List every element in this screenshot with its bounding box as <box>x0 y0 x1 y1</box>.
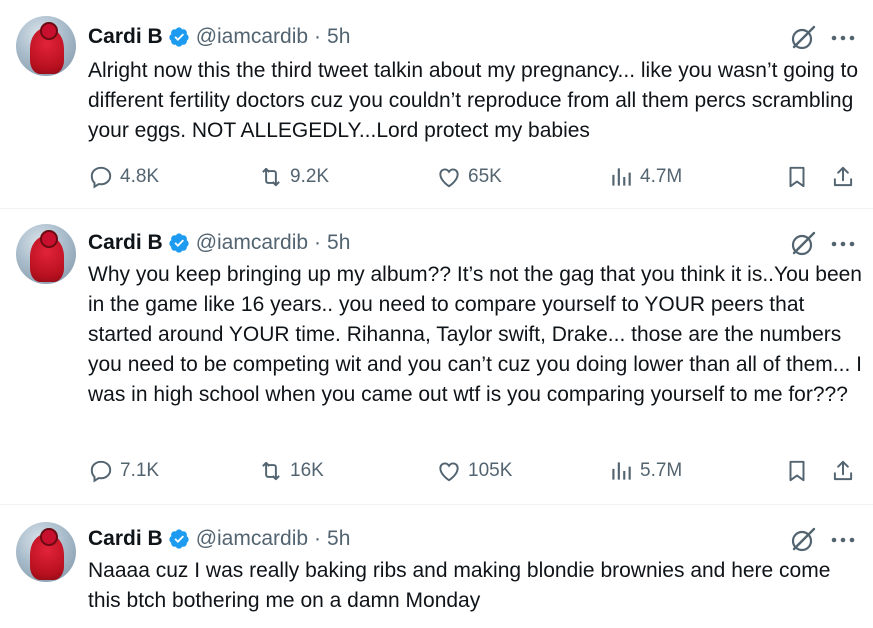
like-button[interactable]: 65K <box>436 162 502 192</box>
verified-badge-icon <box>169 529 189 549</box>
separator: · <box>314 25 322 48</box>
more-icon[interactable] <box>828 230 858 258</box>
reply-button[interactable]: 4.8K <box>88 162 159 192</box>
more-icon[interactable] <box>828 526 858 554</box>
tweet-actions: 7.1K 16K 105K 5.7M <box>88 456 858 486</box>
repost-button[interactable]: 16K <box>258 456 324 486</box>
tweet-header: Cardi B @iamcardib · 5h <box>88 524 350 554</box>
repost-icon <box>262 461 280 481</box>
views-count: 5.7M <box>640 460 683 481</box>
reply-icon <box>90 166 112 189</box>
author-name[interactable]: Cardi B <box>88 527 163 551</box>
separator: · <box>314 527 322 550</box>
tweet-header: Cardi B @iamcardib · 5h <box>88 22 350 52</box>
tweet[interactable]: Cardi B @iamcardib · 5h Naaaa cuz I was … <box>0 504 873 628</box>
repost-button[interactable]: 9.2K <box>258 162 329 192</box>
tweet-header: Cardi B @iamcardib · 5h <box>88 228 350 258</box>
author-handle[interactable]: @iamcardib <box>196 231 308 255</box>
views-icon <box>612 168 631 186</box>
tweet[interactable]: Cardi B @iamcardib · 5h Why you keep bri… <box>0 208 873 505</box>
verified-badge-icon <box>169 233 189 253</box>
tweet-text: Alright now this the third tweet talkin … <box>88 59 859 142</box>
timestamp[interactable]: 5h <box>327 231 350 255</box>
reply-count: 4.8K <box>120 166 160 187</box>
reply-count: 7.1K <box>120 460 160 481</box>
grok-icon[interactable] <box>789 526 817 554</box>
bookmark-icon[interactable] <box>784 458 810 484</box>
tweet-text: Why you keep bringing up my album?? It’s… <box>88 263 862 406</box>
views-icon <box>612 462 631 480</box>
separator: · <box>314 231 322 254</box>
views-button[interactable]: 5.7M <box>608 456 682 486</box>
tweet-text: Naaaa cuz I was really baking ribs and m… <box>88 559 831 612</box>
tweet-actions: 4.8K 9.2K 65K 4.7M <box>88 162 858 192</box>
reply-icon <box>90 460 112 483</box>
repost-count: 16K <box>290 460 324 481</box>
views-button[interactable]: 4.7M <box>608 162 682 192</box>
share-icon[interactable] <box>830 164 856 190</box>
author-handle[interactable]: @iamcardib <box>196 25 308 49</box>
bookmark-icon[interactable] <box>784 164 810 190</box>
repost-icon <box>262 167 280 187</box>
like-count: 65K <box>468 166 502 187</box>
avatar[interactable] <box>16 224 76 284</box>
avatar[interactable] <box>16 522 76 582</box>
verified-badge-icon <box>169 27 189 47</box>
like-icon <box>439 462 459 482</box>
views-count: 4.7M <box>640 166 683 187</box>
avatar[interactable] <box>16 16 76 76</box>
like-button[interactable]: 105K <box>436 456 512 486</box>
timestamp[interactable]: 5h <box>327 527 350 551</box>
like-icon <box>439 168 459 188</box>
grok-icon[interactable] <box>789 230 817 258</box>
grok-icon[interactable] <box>789 24 817 52</box>
like-count: 105K <box>468 460 513 481</box>
repost-count: 9.2K <box>290 166 330 187</box>
timestamp[interactable]: 5h <box>327 25 350 49</box>
author-handle[interactable]: @iamcardib <box>196 527 308 551</box>
reply-button[interactable]: 7.1K <box>88 456 159 486</box>
author-name[interactable]: Cardi B <box>88 25 163 49</box>
tweet[interactable]: Cardi B @iamcardib · 5h Alright now this… <box>0 0 873 209</box>
author-name[interactable]: Cardi B <box>88 231 163 255</box>
more-icon[interactable] <box>828 24 858 52</box>
share-icon[interactable] <box>830 458 856 484</box>
